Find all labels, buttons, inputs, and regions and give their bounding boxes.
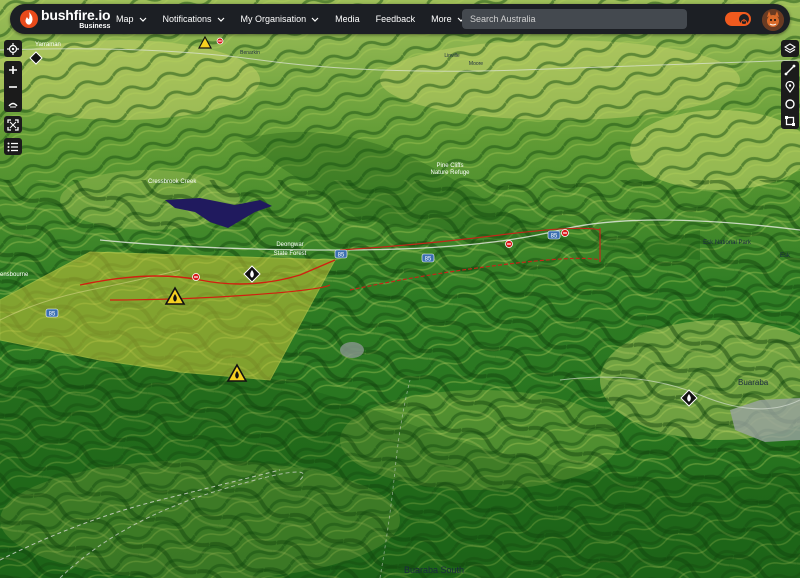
- compass-button[interactable]: [4, 95, 22, 112]
- nav-feedback[interactable]: Feedback: [376, 14, 416, 24]
- road-shield: 85: [45, 308, 59, 318]
- zoom-out-button[interactable]: [4, 78, 22, 95]
- top-navigation-bar: bushfire.io Business Map Notifications M…: [10, 4, 790, 34]
- place-label-buaraba: Buaraba: [738, 378, 769, 387]
- nav-media-label: Media: [335, 14, 360, 24]
- road-shield: 85: [421, 253, 435, 263]
- place-label-ensbourne: ensbourne: [0, 272, 29, 278]
- place-label-linville: Linville: [444, 53, 460, 59]
- map-canvas[interactable]: 85 85 85 85 Yarraman Cressbrook Creek Pi…: [0, 0, 800, 578]
- zoom-in-button[interactable]: [4, 61, 22, 78]
- search-input[interactable]: [462, 9, 687, 29]
- fullscreen-icon: [7, 118, 19, 131]
- place-label-pine-cliffs: Pine Cliffs: [437, 163, 464, 169]
- place-label-esk-national-park: Esk National Park: [703, 240, 752, 246]
- user-avatar-icon: [762, 9, 784, 31]
- place-label-benarkin: Benarkin: [240, 50, 260, 56]
- nav-map[interactable]: Map: [116, 14, 147, 24]
- nav-feedback-label: Feedback: [375, 14, 416, 24]
- draw-circle-button[interactable]: [781, 95, 799, 112]
- toggle-knob: [739, 14, 749, 26]
- logo-subtitle: Business: [79, 23, 111, 30]
- main-nav: Map Notifications My Organisation Media …: [116, 14, 481, 24]
- logo-name: bushfire.io: [41, 7, 111, 23]
- nav-map-label: Map: [116, 14, 134, 24]
- square-icon: [785, 115, 795, 126]
- minus-icon: [9, 85, 17, 88]
- circle-icon: [785, 98, 795, 109]
- chevron-down-icon: [311, 17, 319, 22]
- flame-logo-icon: [20, 10, 38, 28]
- svg-text:85: 85: [49, 312, 56, 318]
- logo[interactable]: bushfire.io Business: [20, 8, 116, 30]
- draw-tools-control: [781, 61, 799, 129]
- place-label-yarraman: Yarraman: [35, 42, 61, 48]
- place-label-esk: Esk: [780, 253, 791, 259]
- road-closed-icon[interactable]: [505, 240, 513, 248]
- nav-my-organisation[interactable]: My Organisation: [241, 14, 320, 24]
- nav-more-label: More: [431, 14, 452, 24]
- list-control: [4, 138, 22, 155]
- nav-more[interactable]: More: [431, 14, 465, 24]
- road-closed-icon[interactable]: [216, 37, 224, 45]
- fullscreen-control: [4, 116, 22, 133]
- draw-line-button[interactable]: [781, 61, 799, 78]
- ruler-icon: [784, 64, 796, 75]
- svg-text:85: 85: [551, 234, 558, 240]
- list-icon: [7, 142, 18, 151]
- list-button[interactable]: [4, 138, 22, 155]
- avatar[interactable]: [762, 9, 784, 31]
- layers-icon: [784, 42, 796, 53]
- place-label-state-forest: State Forest: [274, 251, 307, 257]
- nav-notifications-label: Notifications: [162, 14, 212, 24]
- compass-icon: [8, 102, 18, 107]
- nav-media[interactable]: Media: [335, 14, 360, 24]
- place-label-deongwar: Deongwar: [276, 242, 303, 248]
- draw-point-button[interactable]: [781, 78, 799, 95]
- zoom-control: [4, 61, 22, 112]
- road-closed-icon[interactable]: [192, 273, 200, 281]
- svg-text:85: 85: [338, 253, 345, 259]
- draw-polygon-button[interactable]: [781, 112, 799, 129]
- nav-notifications[interactable]: Notifications: [163, 14, 225, 24]
- theme-toggle[interactable]: [725, 12, 751, 26]
- nav-my-organisation-label: My Organisation: [240, 14, 307, 24]
- place-label-moore: Moore: [469, 61, 483, 67]
- fullscreen-button[interactable]: [4, 116, 22, 133]
- road-closed-icon[interactable]: [561, 229, 569, 237]
- place-label-buaraba-south: Buaraba South: [404, 565, 464, 575]
- svg-text:85: 85: [425, 257, 432, 263]
- place-label-nature-refuge: Nature Refuge: [430, 170, 470, 176]
- chevron-down-icon: [139, 17, 146, 22]
- layers-control: [781, 40, 799, 57]
- locate-button[interactable]: [4, 40, 22, 57]
- layers-button[interactable]: [781, 40, 799, 57]
- map-pin-icon: [785, 80, 795, 93]
- crosshair-icon: [7, 42, 19, 55]
- locate-control: [4, 40, 22, 57]
- chevron-down-icon: [217, 17, 224, 22]
- power-icon: [740, 19, 748, 26]
- place-label-cressbrook-creek: Cressbrook Creek: [148, 179, 197, 185]
- road-shield: 85: [547, 230, 561, 240]
- road-shield: 85: [334, 249, 348, 259]
- plus-icon: [9, 65, 17, 74]
